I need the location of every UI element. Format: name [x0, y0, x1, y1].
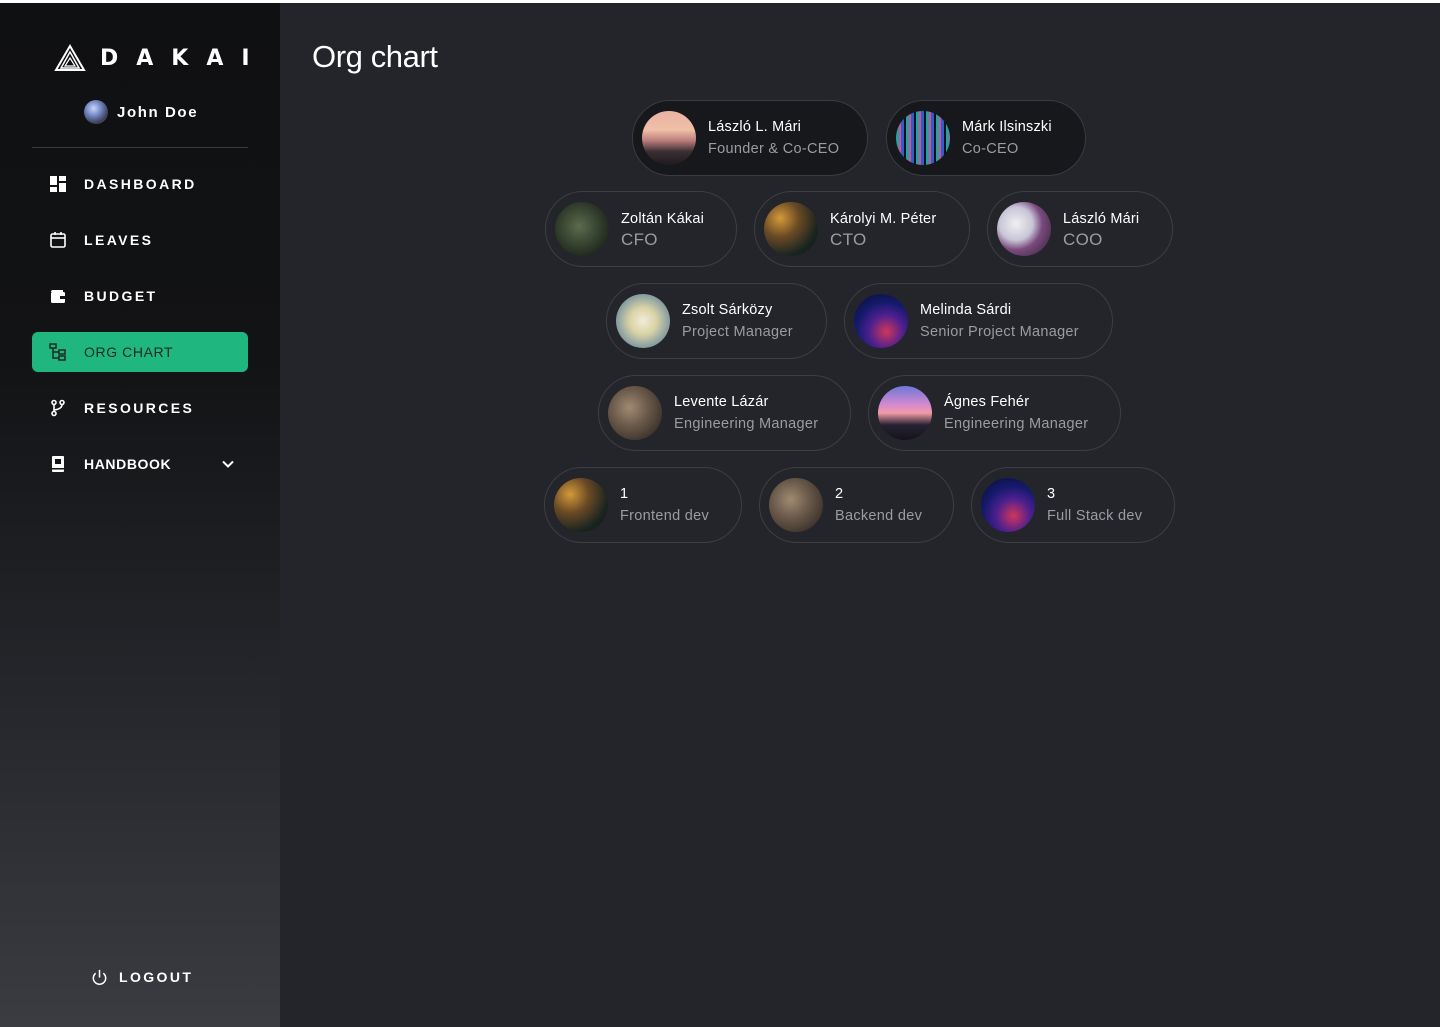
sidebar-item-budget[interactable]: BUDGET [32, 276, 248, 316]
person-card[interactable]: László L. Mári Founder & Co-CEO [632, 100, 868, 176]
person-name: 2 [835, 486, 844, 502]
triangle-logo-icon [54, 44, 86, 71]
branch-icon [48, 398, 68, 418]
person-card[interactable]: Ágnes Fehér Engineering Manager [868, 375, 1121, 451]
sidebar-item-resources[interactable]: RESOURCES [32, 388, 248, 428]
sidebar-item-label: DASHBOARD [84, 176, 197, 192]
person-name: Márk Ilsinszki [962, 119, 1052, 135]
person-card[interactable]: 1 Frontend dev [544, 467, 742, 543]
app-window: DAKAI John Doe DASHBOARD LEAVES BUDGET O… [0, 3, 1440, 1027]
sidebar: DAKAI John Doe DASHBOARD LEAVES BUDGET O… [0, 3, 280, 1027]
logout-button[interactable]: LOGOUT [90, 965, 193, 989]
sidebar-item-handbook[interactable]: HANDBOOK [32, 444, 248, 484]
person-role: CFO [621, 229, 658, 249]
user-profile[interactable]: John Doe [84, 100, 198, 124]
person-name: Ágnes Fehér [944, 394, 1030, 410]
sidebar-item-label: RESOURCES [84, 400, 195, 416]
avatar [84, 100, 108, 124]
person-card[interactable]: Zoltán Kákai CFO [545, 191, 737, 267]
avatar [555, 202, 609, 256]
sidebar-item-label: HANDBOOK [84, 456, 172, 472]
person-name: László L. Mári [708, 119, 802, 135]
user-name: John Doe [117, 103, 199, 121]
brand-logo[interactable]: DAKAI [54, 43, 268, 73]
avatar [981, 478, 1035, 532]
person-role: Co-CEO [962, 141, 1019, 157]
sidebar-item-label: ORG CHART [84, 344, 174, 360]
logout-label: LOGOUT [119, 969, 194, 985]
person-card[interactable]: Károlyi M. Péter CTO [754, 191, 970, 267]
sidebar-item-leaves[interactable]: LEAVES [32, 220, 248, 260]
avatar [769, 478, 823, 532]
person-name: Károlyi M. Péter [830, 210, 937, 227]
person-role: Senior Project Manager [920, 324, 1079, 340]
person-role: Backend dev [835, 508, 923, 524]
person-card[interactable]: 3 Full Stack dev [971, 467, 1175, 543]
person-name: Zoltán Kákai [621, 210, 704, 227]
chevron-down-icon[interactable] [220, 456, 236, 472]
person-role: CTO [830, 229, 867, 249]
org-chart-icon [48, 342, 68, 362]
person-name: László Mári [1063, 210, 1140, 227]
sidebar-divider [32, 147, 248, 148]
page-title: Org chart [312, 39, 438, 74]
avatar [854, 294, 908, 348]
avatar [608, 386, 662, 440]
avatar [764, 202, 818, 256]
person-name: Zsolt Sárközy [682, 302, 773, 318]
person-card[interactable]: 2 Backend dev [759, 467, 954, 543]
person-role: Engineering Manager [944, 416, 1089, 432]
sidebar-item-dashboard[interactable]: DASHBOARD [32, 164, 248, 204]
power-icon [92, 969, 107, 985]
avatar [997, 202, 1051, 256]
person-card[interactable]: Márk Ilsinszki Co-CEO [886, 100, 1086, 176]
person-role: Frontend dev [620, 508, 710, 524]
calendar-icon [48, 230, 68, 250]
person-role: Engineering Manager [674, 416, 819, 432]
person-role: Founder & Co-CEO [708, 141, 840, 157]
avatar [896, 111, 950, 165]
sidebar-item-label: BUDGET [84, 288, 158, 304]
person-card[interactable]: László Mári COO [987, 191, 1173, 267]
avatar [878, 386, 932, 440]
person-role: Project Manager [682, 324, 793, 340]
avatar [616, 294, 670, 348]
brand-name: DAKAI [100, 45, 268, 71]
wallet-icon [48, 286, 68, 306]
person-card[interactable]: Zsolt Sárközy Project Manager [606, 283, 827, 359]
person-name: 3 [1047, 486, 1056, 502]
person-name: Levente Lázár [674, 394, 769, 410]
person-card[interactable]: Melinda Sárdi Senior Project Manager [844, 283, 1113, 359]
person-name: 1 [620, 486, 629, 502]
person-role: Full Stack dev [1047, 508, 1143, 524]
person-role: COO [1063, 229, 1103, 249]
book-icon [48, 454, 68, 474]
sidebar-item-org-chart[interactable]: ORG CHART [32, 332, 248, 372]
dashboard-icon [48, 174, 68, 194]
person-card[interactable]: Levente Lázár Engineering Manager [598, 375, 851, 451]
avatar [642, 111, 696, 165]
sidebar-item-label: LEAVES [84, 232, 154, 248]
person-name: Melinda Sárdi [920, 302, 1012, 318]
avatar [554, 478, 608, 532]
